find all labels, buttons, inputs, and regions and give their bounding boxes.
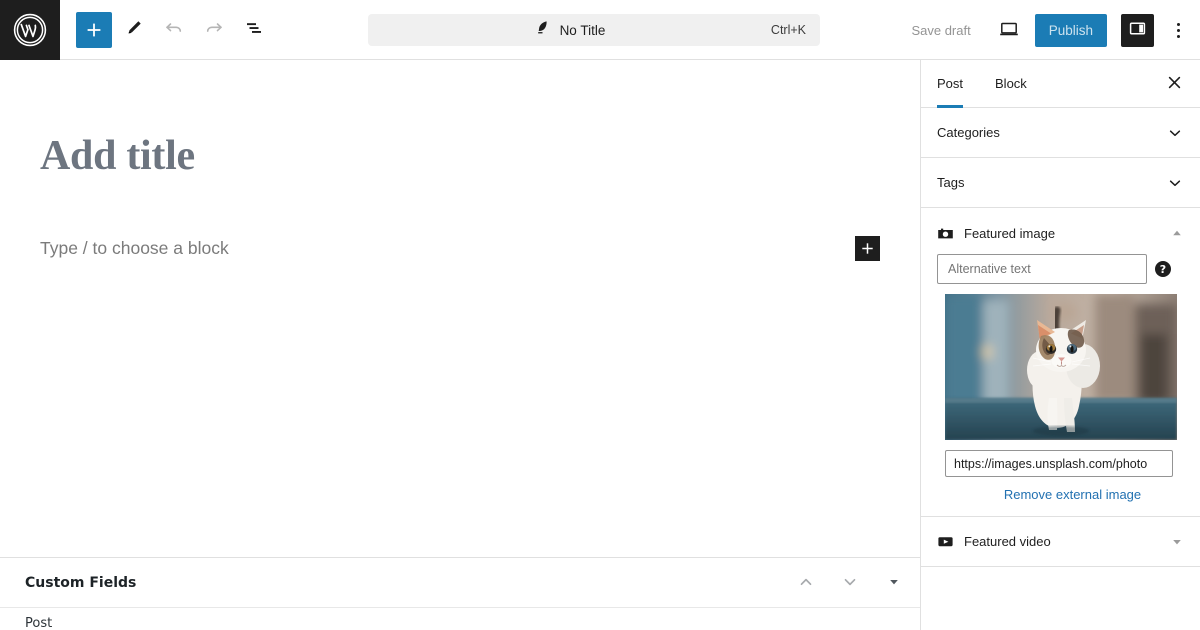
sidebar-tabs: Post Block <box>921 60 1200 108</box>
tab-block[interactable]: Block <box>979 60 1043 108</box>
settings-sidebar-toggle-button[interactable] <box>1121 13 1154 47</box>
metabox-move-up-button[interactable] <box>790 567 822 599</box>
triangle-down-icon <box>887 575 901 592</box>
remove-external-image-link[interactable]: Remove external image <box>945 487 1200 502</box>
command-center-bar[interactable]: No Title Ctrl+K <box>368 14 820 46</box>
settings-sidebar: Post Block Categories Tags Featured imag… <box>920 60 1200 630</box>
command-center-label-group: No Title <box>368 19 771 41</box>
triangle-down-icon <box>1170 535 1184 549</box>
close-icon <box>1166 74 1183 94</box>
block-inserter-toggle-button[interactable] <box>76 11 112 48</box>
preview-button[interactable] <box>991 12 1027 48</box>
publish-button[interactable]: Publish <box>1034 13 1107 47</box>
triangle-up-icon <box>1170 226 1184 240</box>
wordpress-logo-icon <box>12 12 48 48</box>
quill-pen-icon <box>534 19 551 41</box>
editor-options-button[interactable] <box>1164 12 1192 48</box>
settings-sidebar-icon <box>1128 19 1147 41</box>
panel-label-featured-image: Featured image <box>964 225 1056 241</box>
custom-fields-metabox: Custom Fields Post <box>0 557 920 630</box>
sidebar-panel-featured-image: Featured image ? <box>921 208 1200 517</box>
alternative-text-input[interactable] <box>937 254 1147 284</box>
chevron-down-icon <box>1166 174 1184 192</box>
sidebar-panel-featured-video[interactable]: Featured video <box>921 517 1200 567</box>
kebab-dot <box>1176 22 1180 26</box>
post-title-input[interactable]: Add title <box>40 132 195 180</box>
undo-button[interactable] <box>156 12 192 48</box>
custom-fields-actions <box>790 558 910 608</box>
featured-image-header[interactable]: Featured image <box>921 208 1200 258</box>
document-overview-button[interactable] <box>236 12 272 48</box>
close-sidebar-button[interactable] <box>1158 68 1190 100</box>
featured-image-url-row: Remove external image <box>921 450 1200 502</box>
kebab-dot <box>1176 34 1180 38</box>
metabox-move-down-button[interactable] <box>834 567 866 599</box>
default-block-placeholder[interactable]: Type / to choose a block <box>40 238 229 259</box>
redo-button[interactable] <box>196 12 232 48</box>
editor-canvas[interactable]: Add title Type / to choose a block <box>0 60 920 557</box>
inline-block-inserter-button[interactable] <box>855 236 880 261</box>
help-circle-icon[interactable]: ? <box>1154 260 1172 278</box>
sidebar-panel-tags[interactable]: Tags <box>921 158 1200 208</box>
chevron-down-icon <box>1166 124 1184 142</box>
panel-label-tags: Tags <box>937 175 965 190</box>
wordpress-logo-button[interactable] <box>0 0 60 60</box>
sidebar-panel-categories[interactable]: Categories <box>921 108 1200 158</box>
custom-fields-header[interactable]: Custom Fields <box>0 558 920 608</box>
save-draft-button[interactable]: Save draft <box>899 17 982 44</box>
featured-image-thumbnail[interactable] <box>945 294 1177 440</box>
chevron-down-icon <box>841 573 859 594</box>
kebab-dot <box>1176 28 1180 32</box>
alternative-text-row: ? <box>921 254 1200 284</box>
wordpress-block-editor: No Title Ctrl+K Save draft Publish Add t… <box>0 0 1200 630</box>
metabox-toggle-button[interactable] <box>878 567 910 599</box>
pencil-icon <box>124 18 144 41</box>
desktop-preview-icon <box>998 18 1020 43</box>
undo-icon <box>163 17 185 42</box>
edit-tool-button[interactable] <box>116 12 152 48</box>
top-bar-actions: Save draft Publish <box>899 0 1200 60</box>
redo-icon <box>203 17 225 42</box>
command-center-shortcut: Ctrl+K <box>770 23 806 37</box>
featured-image-url-input[interactable] <box>945 450 1173 477</box>
editor-top-bar: No Title Ctrl+K Save draft Publish <box>0 0 1200 60</box>
custom-fields-body-text: Post <box>25 616 53 630</box>
play-video-icon <box>937 533 954 550</box>
svg-text:?: ? <box>1160 263 1166 276</box>
editor-tools <box>60 11 272 48</box>
custom-fields-title: Custom Fields <box>25 574 137 591</box>
list-view-icon <box>243 17 265 42</box>
command-center-title: No Title <box>559 22 606 38</box>
tab-post[interactable]: Post <box>921 60 979 108</box>
camera-icon <box>937 225 954 242</box>
panel-label-categories: Categories <box>937 125 1000 140</box>
panel-label-featured-video: Featured video <box>964 534 1051 549</box>
chevron-up-icon <box>797 573 815 594</box>
